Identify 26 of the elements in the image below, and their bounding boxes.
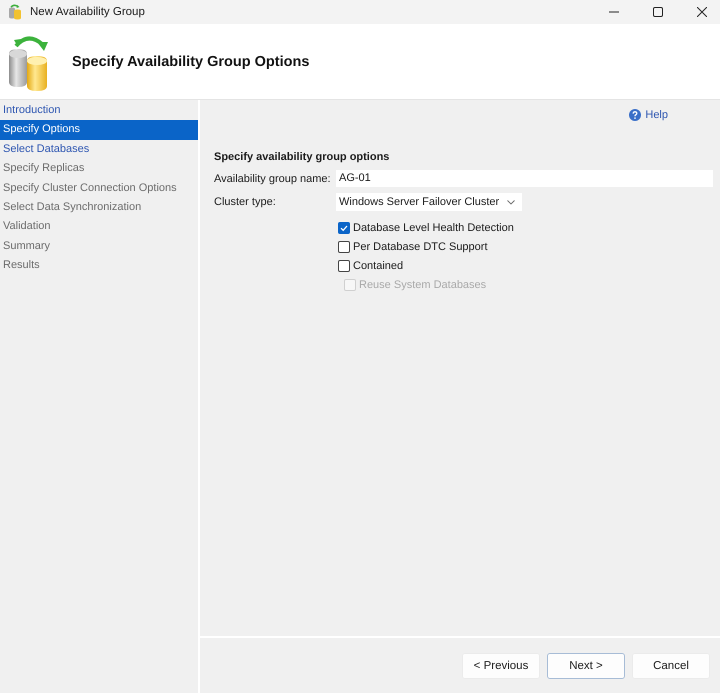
next-button[interactable]: Next > — [547, 652, 625, 678]
checked-checkbox[interactable] — [338, 222, 350, 234]
checkbox-label: Database Level Health Detection — [353, 222, 514, 234]
sidebar-item[interactable]: Introduction — [0, 101, 198, 120]
window-title: New Availability Group — [30, 6, 145, 18]
previous-button[interactable]: < Previous — [462, 652, 540, 678]
checkbox-label: Reuse System Databases — [359, 278, 486, 290]
page-title: Specify Availability Group Options — [72, 54, 310, 70]
maximize-icon — [653, 7, 663, 17]
section-heading: Specify availability group options — [214, 150, 390, 164]
checkbox-label: Per Database DTC Support — [353, 240, 488, 252]
database-icon — [8, 4, 22, 20]
sidebar-item[interactable]: Select Databases — [0, 140, 198, 160]
help-link[interactable]: Help — [629, 106, 668, 124]
cluster-type-dropdown[interactable]: Windows Server Failover Cluster — [336, 193, 522, 211]
name-input-field[interactable]: AG-01 — [336, 170, 713, 187]
field-label: Cluster type: — [214, 196, 277, 208]
chevron-down-icon — [507, 200, 515, 204]
help-icon — [629, 109, 642, 121]
field-label: Availability group name: — [214, 172, 332, 184]
sidebar-item[interactable]: Specify Options — [0, 120, 198, 140]
checkbox-label: Contained — [353, 260, 404, 272]
close-icon — [697, 7, 707, 17]
checkbox[interactable] — [338, 260, 350, 272]
cancel-button[interactable]: Cancel — [632, 652, 710, 678]
checkbox[interactable] — [338, 240, 350, 252]
